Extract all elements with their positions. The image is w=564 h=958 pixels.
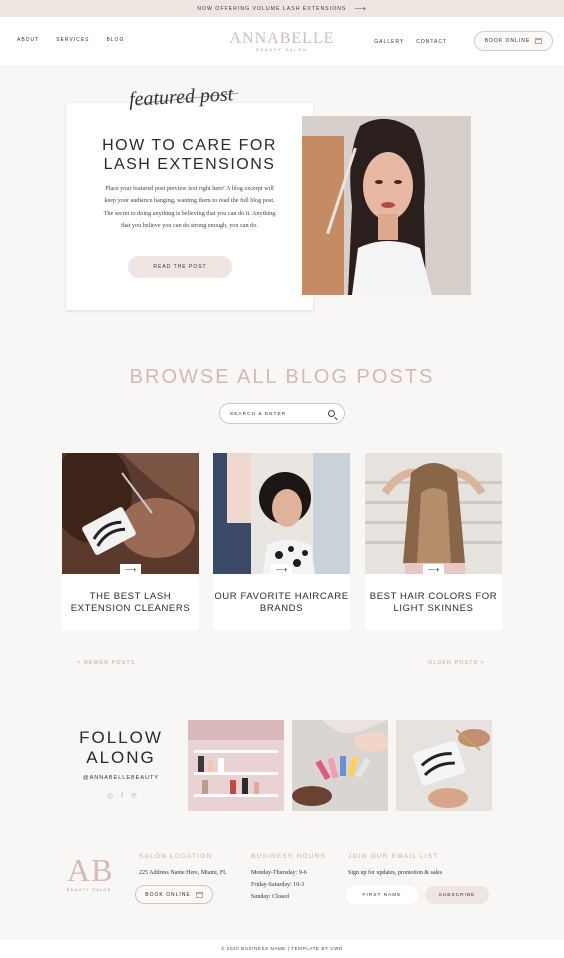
search-icon[interactable] <box>328 410 335 417</box>
search-bar[interactable] <box>219 403 345 424</box>
salon-address: 225 Address Name Here, Miami, FL <box>139 870 227 876</box>
salon-location-heading: SALON LOCATION <box>139 853 213 860</box>
instagram-post[interactable] <box>396 720 492 811</box>
featured-excerpt: Place your featured post preview text ri… <box>103 185 276 229</box>
follow-title: FOLLOW ALONG <box>68 728 174 768</box>
footer-book-online-button[interactable]: BOOK ONLINE <box>135 885 213 904</box>
post-image[interactable] <box>62 453 199 574</box>
calendar-icon <box>535 38 543 44</box>
woman-portrait-image <box>302 116 471 295</box>
search-input[interactable] <box>230 408 326 420</box>
post-title[interactable]: BEST HAIR COLORS FOR LIGHT SKINNES <box>365 591 502 614</box>
email-list-text: Sign up for updates, promotion & sales <box>348 870 443 876</box>
nav-right: GALLERY CONTACT <box>374 39 447 45</box>
featured-title[interactable]: HOW TO CARE FOR LASH EXTENSIONS <box>66 136 313 174</box>
post-card[interactable]: ⟶ OUR FAVORITE HAIRCARE BRANDS <box>213 453 350 630</box>
arrow-right-icon[interactable]: ⟶ <box>271 564 292 575</box>
instagram-handle[interactable]: @ANNABELLEBEAUTY <box>68 775 174 781</box>
arrow-right-icon[interactable]: ⟶ <box>120 564 141 575</box>
calendar-icon <box>195 891 203 898</box>
copyright-bar: © 2020 BUSINESS NAME | TEMPLATE BY CWD <box>0 940 564 958</box>
business-hours-list: Monday-Thursday: 9-6 Friday-Saturday: 10… <box>251 868 307 903</box>
nav-gallery[interactable]: GALLERY <box>374 39 404 45</box>
footer-logo[interactable]: AB <box>67 852 113 889</box>
social-icons: ◎ f ℗ <box>106 793 138 801</box>
haircare-photo-image <box>213 453 350 574</box>
first-name-field[interactable] <box>346 886 418 904</box>
announcement-text: NOW OFFERING VOLUME LASH EXTENSIONS <box>197 5 347 12</box>
footer-book-online-label: BOOK ONLINE <box>145 891 191 898</box>
announcement-bar[interactable]: NOW OFFERING VOLUME LASH EXTENSIONS ⟶ <box>0 0 564 17</box>
featured-title-line-1: HOW TO CARE FOR <box>102 137 277 154</box>
hours-sunday: Sunday: Closed <box>251 893 289 900</box>
post-title[interactable]: THE BEST LASH EXTENSION CLEANERS <box>62 591 199 614</box>
lash-photo-image <box>62 453 199 574</box>
business-hours-heading: BUSINESS HOURS <box>251 853 326 860</box>
arrow-right-icon: ⟶ <box>354 4 367 13</box>
pinterest-icon[interactable]: ℗ <box>130 793 138 801</box>
nail-swatches-image <box>292 720 388 811</box>
footer-logo-subtitle: BEAUTY SALON <box>67 888 112 892</box>
cosmetics-shelf-image <box>188 720 284 811</box>
instagram-post[interactable] <box>188 720 284 811</box>
facebook-icon[interactable]: f <box>118 793 126 801</box>
read-post-button[interactable]: READ THE POST <box>128 256 232 278</box>
subscribe-button[interactable]: SUBSCRIBE <box>425 886 489 904</box>
featured-title-line-2: LASH EXTENSIONS <box>103 156 276 173</box>
featured-photo[interactable] <box>302 116 471 295</box>
newer-posts-link[interactable]: < NEWER POSTS <box>77 660 135 666</box>
nav-contact[interactable]: CONTACT <box>416 39 447 45</box>
post-image[interactable] <box>365 453 502 574</box>
site-header: ABOUT SERVICES BLOG ANNABELLE BEAUTY SAL… <box>0 17 564 65</box>
hair-color-photo-image <box>365 453 502 574</box>
email-list-heading: JOIN OUR EMAIL LIST <box>348 853 439 860</box>
book-online-label: BOOK ONLINE <box>484 38 531 44</box>
post-image[interactable] <box>213 453 350 574</box>
lash-tray-image <box>396 720 492 811</box>
hours-weekend: Friday-Saturday: 10-3 <box>251 881 305 888</box>
arrow-right-icon[interactable]: ⟶ <box>423 564 444 575</box>
post-card[interactable]: ⟶ BEST HAIR COLORS FOR LIGHT SKINNES <box>365 453 502 630</box>
follow-line-2: ALONG <box>86 748 156 767</box>
post-card[interactable]: ⟶ THE BEST LASH EXTENSION CLEANERS <box>62 453 199 630</box>
post-title[interactable]: OUR FAVORITE HAIRCARE BRANDS <box>213 591 350 614</box>
instagram-icon[interactable]: ◎ <box>106 793 114 801</box>
book-online-button[interactable]: BOOK ONLINE <box>474 31 553 51</box>
instagram-post[interactable] <box>292 720 388 811</box>
browse-title: BROWSE ALL BLOG POSTS <box>129 366 435 388</box>
older-posts-link[interactable]: OLDER POSTS > <box>428 660 485 666</box>
hours-weekday: Monday-Thursday: 9-6 <box>251 870 307 876</box>
follow-line-1: FOLLOW <box>79 728 163 747</box>
